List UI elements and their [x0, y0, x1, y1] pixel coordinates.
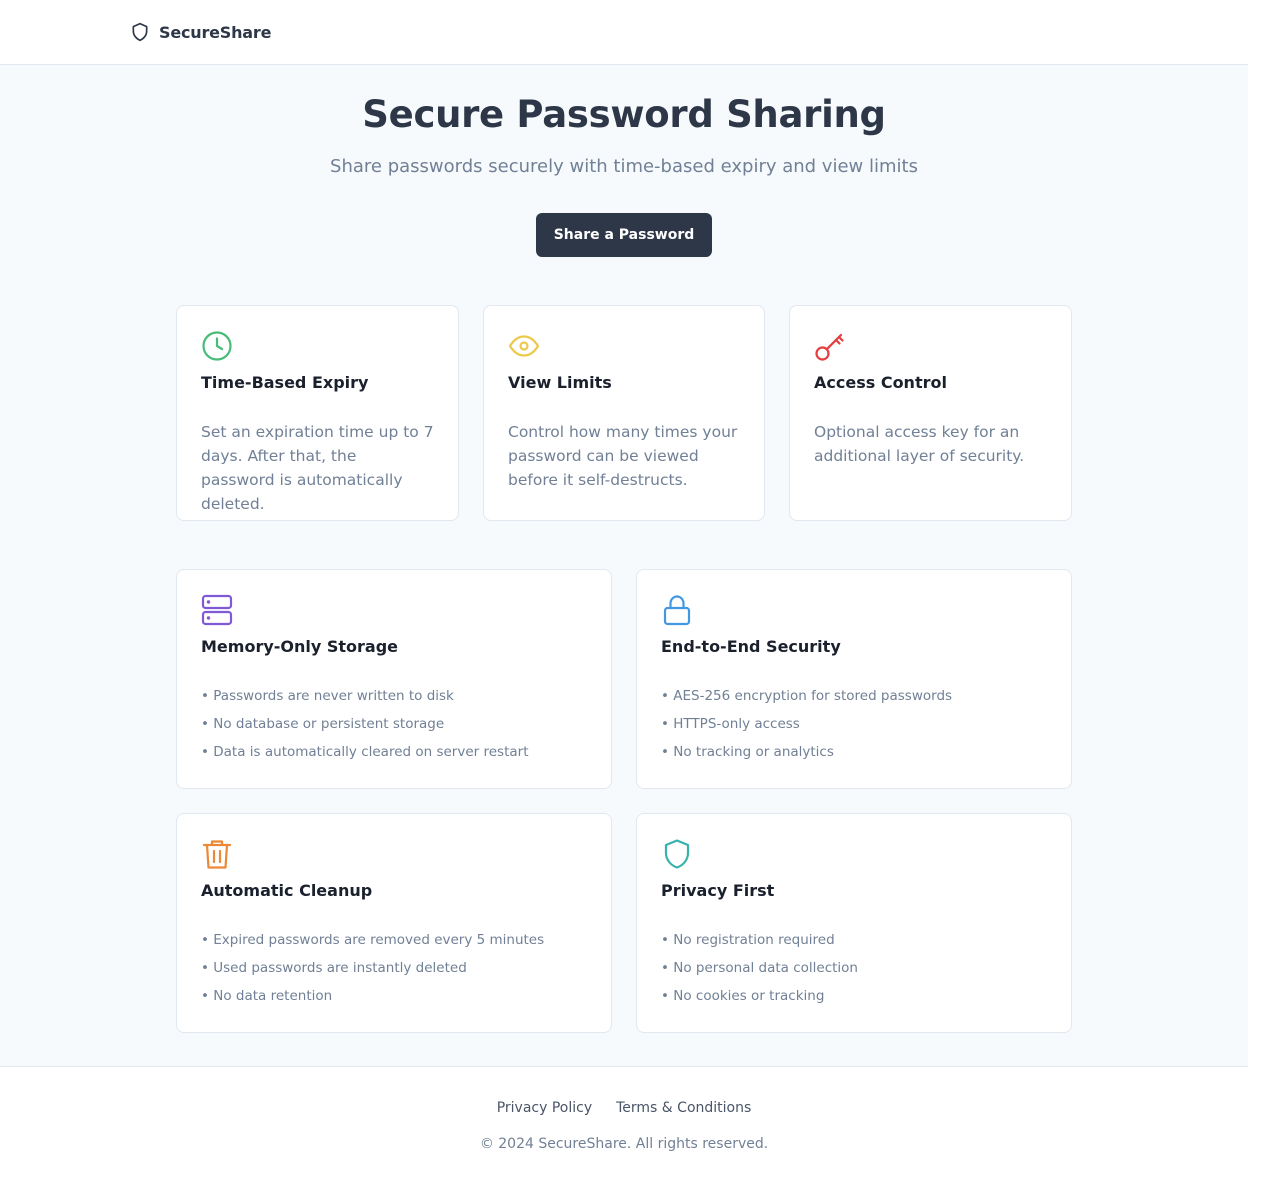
site-header: SecureShare [0, 0, 1248, 65]
feature-card-view-limits: View Limits Control how many times your … [483, 305, 765, 521]
shield-icon [130, 21, 150, 43]
detail-card-memory-only-storage: Memory-Only Storage Passwords are never … [176, 569, 612, 789]
feature-card-access-control: Access Control Optional access key for a… [789, 305, 1072, 521]
feature-title: Time-Based Expiry [201, 373, 369, 392]
clock-icon [201, 330, 233, 362]
list-item: Expired passwords are removed every 5 mi… [201, 926, 587, 954]
feature-card-time-based-expiry: Time-Based Expiry Set an expiration time… [176, 305, 459, 521]
page-title: Secure Password Sharing [362, 93, 886, 136]
detail-title: Privacy First [661, 881, 775, 900]
list-item: No database or persistent storage [201, 710, 587, 738]
lock-icon [661, 594, 693, 626]
feature-description: Control how many times your password can… [508, 423, 738, 489]
page: SecureShare Secure Password Sharing Shar… [0, 0, 1248, 1200]
detail-title: Automatic Cleanup [201, 881, 373, 900]
detail-card-end-to-end-security: End-to-End Security AES-256 encryption f… [636, 569, 1072, 789]
eye-icon [508, 330, 540, 362]
detail-title: Memory-Only Storage [201, 637, 399, 656]
detail-list: AES-256 encryption for stored passwords … [661, 682, 1047, 766]
feature-description: Optional access key for an additional la… [814, 423, 1025, 465]
list-item: Used passwords are instantly deleted [201, 954, 587, 982]
list-item: HTTPS-only access [661, 710, 1047, 738]
list-item: No tracking or analytics [661, 738, 1047, 766]
share-password-button[interactable]: Share a Password [536, 213, 712, 257]
site-footer: Privacy Policy Terms & Conditions © 2024… [0, 1066, 1248, 1200]
server-icon [201, 594, 233, 626]
footer-links: Privacy Policy Terms & Conditions [0, 1100, 1248, 1116]
detail-card-privacy-first: Privacy First No registration required N… [636, 813, 1072, 1033]
detail-card-automatic-cleanup: Automatic Cleanup Expired passwords are … [176, 813, 612, 1033]
brand-name: SecureShare [159, 22, 272, 42]
terms-conditions-link[interactable]: Terms & Conditions [616, 1100, 751, 1116]
feature-description: Set an expiration time up to 7 days. Aft… [201, 423, 434, 513]
detail-list: No registration required No personal dat… [661, 926, 1047, 1010]
copyright-text: © 2024 SecureShare. All rights reserved. [479, 1136, 769, 1152]
detail-list: Expired passwords are removed every 5 mi… [201, 926, 587, 1010]
brand-logo[interactable]: SecureShare [130, 21, 271, 43]
trash-icon [201, 838, 233, 870]
shield-icon [661, 838, 693, 870]
feature-title: View Limits [508, 373, 612, 392]
privacy-policy-link[interactable]: Privacy Policy [497, 1100, 592, 1116]
key-icon [814, 330, 846, 362]
list-item: No data retention [201, 982, 587, 1010]
list-item: Passwords are never written to disk [201, 682, 587, 710]
page-subtitle: Share passwords securely with time-based… [330, 156, 918, 177]
list-item: No cookies or tracking [661, 982, 1047, 1010]
feature-title: Access Control [814, 373, 947, 392]
detail-list: Passwords are never written to disk No d… [201, 682, 587, 766]
list-item: No personal data collection [661, 954, 1047, 982]
list-item: AES-256 encryption for stored passwords [661, 682, 1047, 710]
detail-title: End-to-End Security [661, 637, 841, 656]
list-item: No registration required [661, 926, 1047, 954]
list-item: Data is automatically cleared on server … [201, 738, 587, 766]
main-content: Secure Password Sharing Share passwords … [0, 65, 1248, 1066]
